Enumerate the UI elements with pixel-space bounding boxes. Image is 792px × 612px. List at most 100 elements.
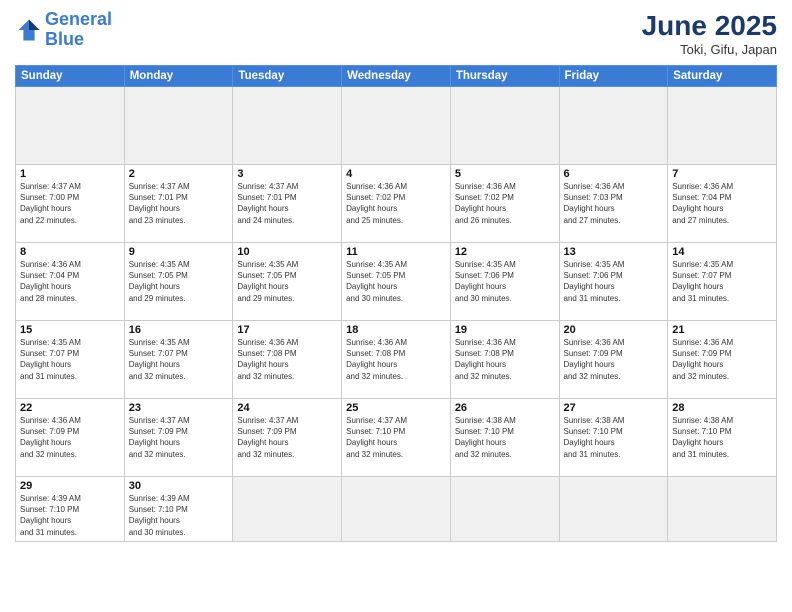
day-info: Sunrise: 4:35 AMSunset: 7:07 PMDaylight … <box>672 259 772 304</box>
logo-text: General Blue <box>45 10 112 50</box>
day-info: Sunrise: 4:39 AMSunset: 7:10 PMDaylight … <box>20 493 120 538</box>
day-cell <box>233 87 342 165</box>
logo-icon <box>15 16 43 44</box>
day-info: Sunrise: 4:38 AMSunset: 7:10 PMDaylight … <box>455 415 555 460</box>
day-cell: 27Sunrise: 4:38 AMSunset: 7:10 PMDayligh… <box>559 399 668 477</box>
day-info: Sunrise: 4:37 AMSunset: 7:01 PMDaylight … <box>237 181 337 226</box>
day-info: Sunrise: 4:36 AMSunset: 7:02 PMDaylight … <box>455 181 555 226</box>
day-info: Sunrise: 4:36 AMSunset: 7:08 PMDaylight … <box>455 337 555 382</box>
day-number: 28 <box>672 402 772 414</box>
day-cell <box>342 87 451 165</box>
day-info: Sunrise: 4:36 AMSunset: 7:04 PMDaylight … <box>672 181 772 226</box>
day-of-week-thursday: Thursday <box>450 66 559 87</box>
day-number: 15 <box>20 324 120 336</box>
page: General Blue June 2025 Toki, Gifu, Japan… <box>0 0 792 612</box>
day-number: 16 <box>129 324 229 336</box>
day-info: Sunrise: 4:35 AMSunset: 7:05 PMDaylight … <box>237 259 337 304</box>
week-row-4: 22Sunrise: 4:36 AMSunset: 7:09 PMDayligh… <box>16 399 777 477</box>
day-cell: 17Sunrise: 4:36 AMSunset: 7:08 PMDayligh… <box>233 321 342 399</box>
day-number: 6 <box>564 168 664 180</box>
day-info: Sunrise: 4:35 AMSunset: 7:05 PMDaylight … <box>129 259 229 304</box>
day-cell: 20Sunrise: 4:36 AMSunset: 7:09 PMDayligh… <box>559 321 668 399</box>
day-info: Sunrise: 4:36 AMSunset: 7:08 PMDaylight … <box>346 337 446 382</box>
week-row-1: 1Sunrise: 4:37 AMSunset: 7:00 PMDaylight… <box>16 165 777 243</box>
day-info: Sunrise: 4:36 AMSunset: 7:09 PMDaylight … <box>20 415 120 460</box>
day-number: 4 <box>346 168 446 180</box>
day-info: Sunrise: 4:35 AMSunset: 7:06 PMDaylight … <box>564 259 664 304</box>
day-cell: 3Sunrise: 4:37 AMSunset: 7:01 PMDaylight… <box>233 165 342 243</box>
day-of-week-sunday: Sunday <box>16 66 125 87</box>
day-info: Sunrise: 4:36 AMSunset: 7:03 PMDaylight … <box>564 181 664 226</box>
day-info: Sunrise: 4:35 AMSunset: 7:07 PMDaylight … <box>20 337 120 382</box>
day-number: 29 <box>20 480 120 492</box>
day-cell: 29Sunrise: 4:39 AMSunset: 7:10 PMDayligh… <box>16 477 125 542</box>
day-number: 10 <box>237 246 337 258</box>
day-cell: 6Sunrise: 4:36 AMSunset: 7:03 PMDaylight… <box>559 165 668 243</box>
week-row-5: 29Sunrise: 4:39 AMSunset: 7:10 PMDayligh… <box>16 477 777 542</box>
day-number: 8 <box>20 246 120 258</box>
day-cell <box>559 87 668 165</box>
day-cell: 21Sunrise: 4:36 AMSunset: 7:09 PMDayligh… <box>668 321 777 399</box>
day-cell: 5Sunrise: 4:36 AMSunset: 7:02 PMDaylight… <box>450 165 559 243</box>
day-number: 2 <box>129 168 229 180</box>
day-number: 17 <box>237 324 337 336</box>
day-cell: 11Sunrise: 4:35 AMSunset: 7:05 PMDayligh… <box>342 243 451 321</box>
day-info: Sunrise: 4:37 AMSunset: 7:10 PMDaylight … <box>346 415 446 460</box>
day-info: Sunrise: 4:36 AMSunset: 7:04 PMDaylight … <box>20 259 120 304</box>
day-cell: 22Sunrise: 4:36 AMSunset: 7:09 PMDayligh… <box>16 399 125 477</box>
day-number: 13 <box>564 246 664 258</box>
week-row-3: 15Sunrise: 4:35 AMSunset: 7:07 PMDayligh… <box>16 321 777 399</box>
day-number: 22 <box>20 402 120 414</box>
day-number: 30 <box>129 480 229 492</box>
day-info: Sunrise: 4:37 AMSunset: 7:09 PMDaylight … <box>129 415 229 460</box>
day-info: Sunrise: 4:38 AMSunset: 7:10 PMDaylight … <box>564 415 664 460</box>
day-number: 7 <box>672 168 772 180</box>
day-cell: 1Sunrise: 4:37 AMSunset: 7:00 PMDaylight… <box>16 165 125 243</box>
day-cell: 24Sunrise: 4:37 AMSunset: 7:09 PMDayligh… <box>233 399 342 477</box>
day-cell: 12Sunrise: 4:35 AMSunset: 7:06 PMDayligh… <box>450 243 559 321</box>
day-cell: 2Sunrise: 4:37 AMSunset: 7:01 PMDaylight… <box>124 165 233 243</box>
day-number: 20 <box>564 324 664 336</box>
day-of-week-tuesday: Tuesday <box>233 66 342 87</box>
day-info: Sunrise: 4:35 AMSunset: 7:06 PMDaylight … <box>455 259 555 304</box>
day-cell: 19Sunrise: 4:36 AMSunset: 7:08 PMDayligh… <box>450 321 559 399</box>
day-cell: 30Sunrise: 4:39 AMSunset: 7:10 PMDayligh… <box>124 477 233 542</box>
day-info: Sunrise: 4:37 AMSunset: 7:01 PMDaylight … <box>129 181 229 226</box>
day-number: 12 <box>455 246 555 258</box>
day-cell: 9Sunrise: 4:35 AMSunset: 7:05 PMDaylight… <box>124 243 233 321</box>
day-info: Sunrise: 4:36 AMSunset: 7:02 PMDaylight … <box>346 181 446 226</box>
day-number: 27 <box>564 402 664 414</box>
day-cell: 16Sunrise: 4:35 AMSunset: 7:07 PMDayligh… <box>124 321 233 399</box>
day-number: 1 <box>20 168 120 180</box>
day-number: 25 <box>346 402 446 414</box>
day-info: Sunrise: 4:39 AMSunset: 7:10 PMDaylight … <box>129 493 229 538</box>
day-cell <box>450 87 559 165</box>
day-of-week-friday: Friday <box>559 66 668 87</box>
header-row: SundayMondayTuesdayWednesdayThursdayFrid… <box>16 66 777 87</box>
day-cell: 10Sunrise: 4:35 AMSunset: 7:05 PMDayligh… <box>233 243 342 321</box>
day-number: 24 <box>237 402 337 414</box>
day-cell: 23Sunrise: 4:37 AMSunset: 7:09 PMDayligh… <box>124 399 233 477</box>
week-row-2: 8Sunrise: 4:36 AMSunset: 7:04 PMDaylight… <box>16 243 777 321</box>
calendar-subtitle: Toki, Gifu, Japan <box>642 42 777 57</box>
day-cell: 26Sunrise: 4:38 AMSunset: 7:10 PMDayligh… <box>450 399 559 477</box>
day-of-week-saturday: Saturday <box>668 66 777 87</box>
header: General Blue June 2025 Toki, Gifu, Japan <box>15 10 777 57</box>
title-block: June 2025 Toki, Gifu, Japan <box>642 10 777 57</box>
day-number: 23 <box>129 402 229 414</box>
week-row-0 <box>16 87 777 165</box>
day-cell: 15Sunrise: 4:35 AMSunset: 7:07 PMDayligh… <box>16 321 125 399</box>
day-info: Sunrise: 4:38 AMSunset: 7:10 PMDaylight … <box>672 415 772 460</box>
day-number: 21 <box>672 324 772 336</box>
day-number: 11 <box>346 246 446 258</box>
day-number: 5 <box>455 168 555 180</box>
day-cell <box>16 87 125 165</box>
day-cell: 25Sunrise: 4:37 AMSunset: 7:10 PMDayligh… <box>342 399 451 477</box>
day-cell <box>124 87 233 165</box>
day-info: Sunrise: 4:35 AMSunset: 7:05 PMDaylight … <box>346 259 446 304</box>
calendar-table: SundayMondayTuesdayWednesdayThursdayFrid… <box>15 65 777 542</box>
day-number: 14 <box>672 246 772 258</box>
logo: General Blue <box>15 10 112 50</box>
day-cell: 14Sunrise: 4:35 AMSunset: 7:07 PMDayligh… <box>668 243 777 321</box>
day-cell <box>559 477 668 542</box>
